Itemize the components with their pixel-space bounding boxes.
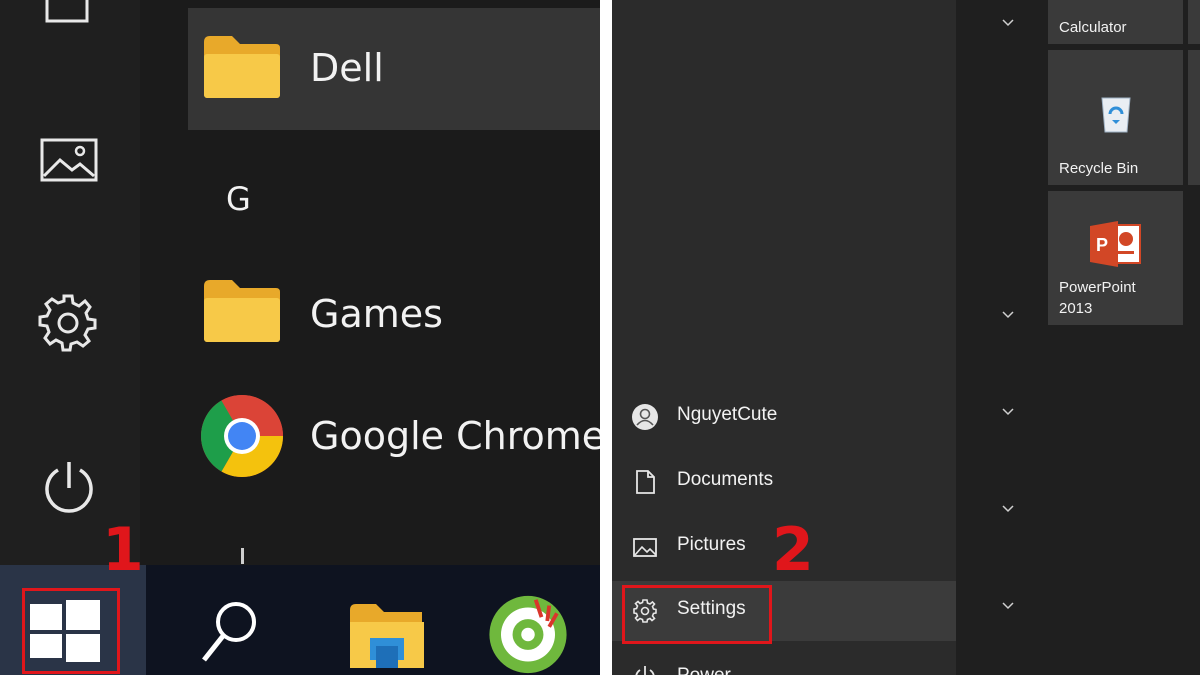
recycle-bin-icon — [1101, 97, 1131, 133]
chevron-down-icon[interactable] — [998, 308, 1018, 322]
chevron-down-icon[interactable] — [998, 405, 1018, 419]
user-avatar-icon — [632, 404, 658, 430]
chrome-icon — [201, 395, 283, 477]
power-menu-item[interactable]: Power — [612, 647, 956, 675]
tile-label-powerpoint-line2: 2013 — [1059, 300, 1093, 317]
scroll-indicator — [241, 548, 244, 564]
folder-icon — [204, 36, 280, 98]
chevron-down-icon[interactable] — [998, 502, 1018, 516]
tile-partial[interactable] — [1188, 0, 1200, 44]
account-menu-item[interactable]: NguyetCute — [612, 387, 956, 447]
folder-icon — [204, 280, 280, 342]
step-number-1: 1 — [102, 515, 144, 585]
chevron-down-icon[interactable] — [998, 16, 1018, 30]
tile-label-powerpoint-line1: PowerPoint — [1059, 279, 1136, 296]
power-icon — [635, 666, 655, 675]
app-label-google-chrome[interactable]: Google Chrome — [310, 414, 605, 458]
file-explorer-icon[interactable] — [348, 602, 426, 670]
search-icon[interactable] — [200, 600, 260, 666]
app-list-column — [956, 0, 1040, 675]
document-icon — [636, 470, 655, 494]
svg-text:P: P — [1096, 235, 1108, 255]
section-letter-g[interactable]: G — [226, 180, 251, 218]
image-divider — [600, 0, 612, 675]
tile-partial[interactable] — [1188, 50, 1200, 185]
step-1-highlight-box — [22, 588, 120, 674]
power-icon[interactable] — [42, 460, 96, 516]
tile-label-recycle-bin: Recycle Bin — [1059, 160, 1139, 177]
app-label-dell: Dell — [310, 46, 384, 90]
documents-label: Documents — [677, 469, 774, 490]
gear-icon[interactable] — [38, 292, 98, 352]
chevron-down-icon[interactable] — [998, 599, 1018, 613]
tile-label-calculator: Calculator — [1059, 19, 1127, 36]
documents-menu-item[interactable]: Documents — [612, 452, 956, 512]
pictures-icon — [633, 538, 657, 557]
step-2-highlight-box — [622, 585, 772, 644]
app-label-games[interactable]: Games — [310, 292, 443, 336]
pictures-label: Pictures — [677, 534, 746, 555]
pictures-icon[interactable] — [40, 138, 98, 182]
power-label: Power — [677, 665, 731, 675]
powerpoint-icon: P — [1090, 221, 1141, 267]
document-icon[interactable] — [44, 0, 90, 24]
account-name: NguyetCute — [677, 404, 778, 425]
coc-coc-browser-icon[interactable] — [486, 594, 570, 675]
step-number-2: 2 — [772, 515, 814, 585]
tile-calculator[interactable]: Calculator — [1048, 0, 1183, 44]
tile-recycle-bin[interactable]: Recycle Bin — [1048, 50, 1183, 185]
tile-powerpoint-2013[interactable]: P PowerPoint 2013 — [1048, 191, 1183, 325]
